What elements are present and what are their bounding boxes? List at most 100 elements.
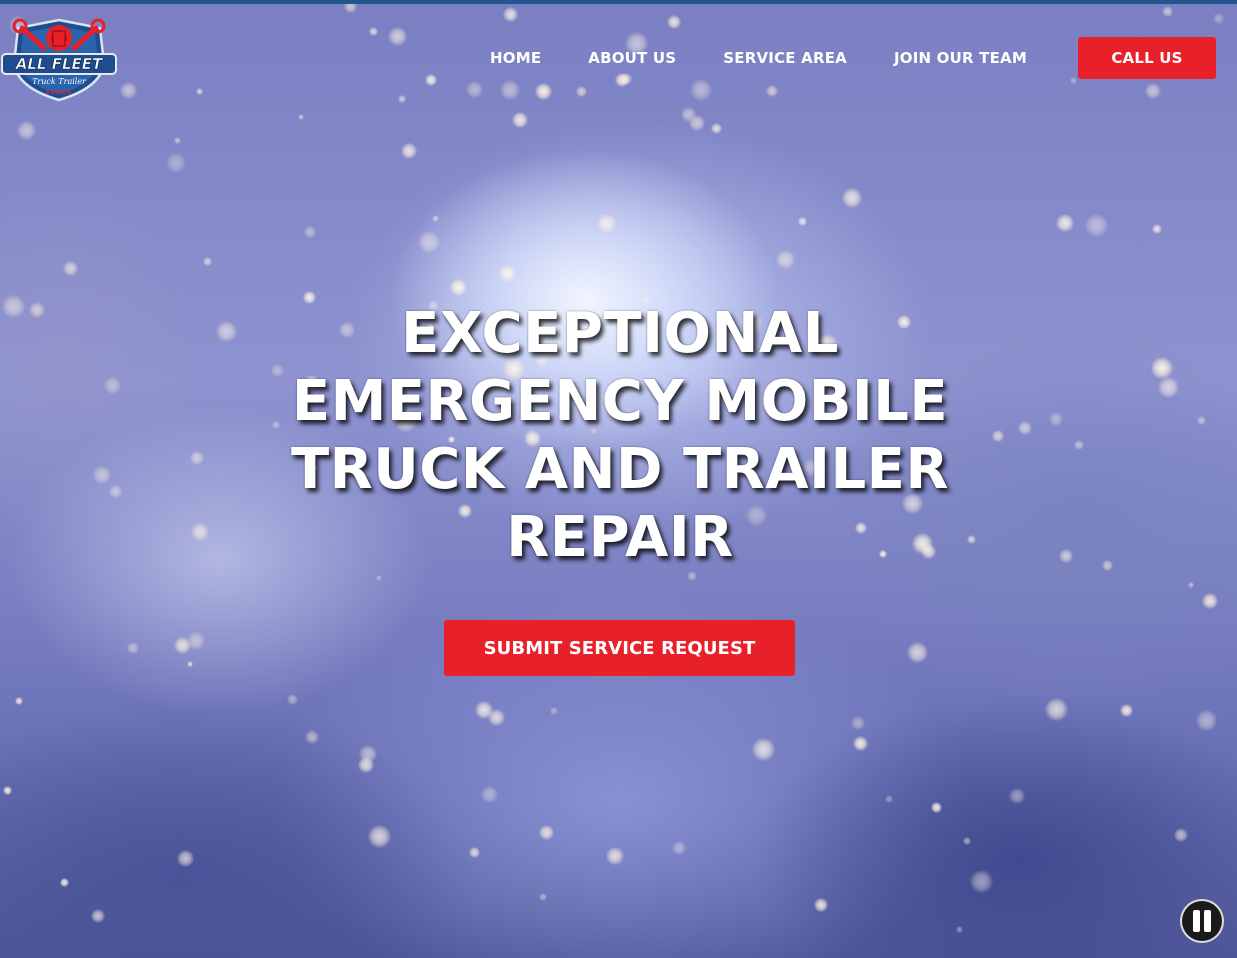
spark-particle	[776, 250, 795, 269]
spark-particle	[689, 115, 706, 132]
spark-particle	[425, 74, 438, 87]
pause-icon	[1191, 910, 1213, 932]
spark-particle	[853, 736, 868, 751]
spark-particle	[29, 302, 45, 318]
spark-particle	[287, 694, 298, 705]
spark-particle	[63, 261, 78, 276]
spark-particle	[174, 637, 191, 654]
spark-particle	[91, 909, 105, 923]
spark-particle	[1145, 83, 1161, 99]
headline-line-3: TRUCK AND TRAILER	[290, 437, 950, 502]
svg-text:REPAIR: REPAIR	[46, 90, 72, 96]
spark-particle	[450, 279, 468, 297]
spark-particle	[1074, 440, 1085, 451]
spark-particle	[851, 716, 865, 730]
spark-particle	[1059, 549, 1074, 564]
nav-home[interactable]: HOME	[470, 49, 561, 67]
spark-particle	[539, 825, 555, 841]
spark-particle	[196, 88, 204, 96]
nav-join-our-team[interactable]: JOIN OUR TEAM	[874, 49, 1047, 67]
spark-particle	[469, 847, 481, 859]
spark-particle	[687, 571, 698, 582]
spark-particle	[766, 85, 779, 98]
spark-particle	[2, 295, 26, 319]
spark-particle	[3, 786, 12, 795]
spark-particle	[667, 15, 681, 29]
spark-particle	[798, 217, 808, 227]
video-pause-button[interactable]	[1180, 899, 1224, 943]
spark-particle	[304, 226, 317, 239]
spark-particle	[1070, 77, 1078, 85]
spark-particle	[190, 451, 205, 466]
headline-line-2: EMERGENCY MOBILE	[291, 369, 949, 434]
headline-line-1: EXCEPTIONAL	[401, 301, 839, 366]
nav-service-area[interactable]: SERVICE AREA	[703, 49, 867, 67]
spark-particle	[1152, 224, 1163, 235]
spark-particle	[1158, 377, 1180, 399]
brand-logo[interactable]: ALL FLEET Truck Trailer REPAIR	[0, 14, 118, 104]
svg-text:ALL FLEET: ALL FLEET	[15, 55, 104, 73]
spark-particle	[1162, 6, 1173, 17]
hero-headline: EXCEPTIONAL EMERGENCY MOBILE TRUCK AND T…	[220, 300, 1020, 572]
spark-particle	[475, 701, 493, 719]
headline-line-4: REPAIR	[506, 505, 734, 570]
spark-particle	[388, 27, 408, 47]
spark-particle	[1196, 710, 1217, 731]
spark-particle	[418, 231, 440, 253]
spark-particle	[842, 188, 863, 209]
spark-particle	[672, 841, 687, 856]
spark-particle	[931, 802, 942, 813]
spark-particle	[690, 79, 713, 102]
spark-particle	[956, 926, 963, 933]
spark-particle	[885, 795, 894, 804]
spark-particle	[174, 137, 182, 145]
logo-emblem: ALL FLEET Truck Trailer REPAIR	[1, 18, 117, 102]
spark-particle	[752, 738, 775, 761]
call-us-button[interactable]: CALL US	[1078, 37, 1216, 79]
spark-particle	[401, 143, 417, 159]
spark-particle	[503, 7, 518, 22]
spark-particle	[376, 575, 383, 582]
spark-particle	[1102, 560, 1114, 572]
spark-particle	[1045, 698, 1068, 721]
spark-particle	[17, 121, 36, 140]
spark-particle	[15, 697, 24, 706]
spark-particle	[814, 898, 828, 912]
spark-particle	[1018, 421, 1032, 435]
spark-particle	[576, 86, 587, 97]
spark-particle	[907, 642, 929, 664]
spark-particle	[60, 878, 70, 888]
spark-particle	[711, 123, 722, 134]
spark-particle	[177, 850, 195, 868]
spark-particle	[499, 265, 516, 282]
spark-particle	[1188, 582, 1195, 589]
spark-particle	[432, 215, 440, 223]
spark-particle	[305, 730, 320, 745]
spark-particle	[93, 466, 111, 484]
spark-particle	[127, 642, 140, 655]
spark-particle	[187, 661, 194, 668]
spark-particle	[1213, 13, 1225, 25]
spark-particle	[597, 214, 617, 234]
main-nav: HOME ABOUT US SERVICE AREA JOIN OUR TEAM	[470, 37, 1047, 79]
spark-particle	[512, 112, 528, 128]
spark-particle	[466, 81, 483, 98]
spark-particle	[1174, 828, 1189, 843]
spark-particle	[191, 523, 210, 542]
spark-particle	[1202, 593, 1218, 609]
spark-particle	[109, 485, 122, 498]
spark-particle	[398, 95, 407, 104]
spark-particle	[1197, 416, 1207, 426]
submit-service-request-button[interactable]: SUBMIT SERVICE REQUEST	[444, 620, 795, 676]
nav-about-us[interactable]: ABOUT US	[568, 49, 696, 67]
spark-particle	[166, 153, 187, 174]
spark-particle	[606, 847, 624, 865]
spark-particle	[481, 786, 499, 804]
spark-particle	[1120, 704, 1133, 717]
svg-text:Truck Trailer: Truck Trailer	[32, 77, 87, 86]
top-strip	[0, 0, 1237, 4]
spark-particle	[358, 757, 375, 774]
spark-particle	[368, 825, 392, 849]
spark-particle	[104, 377, 122, 395]
spark-particle	[1049, 412, 1064, 427]
